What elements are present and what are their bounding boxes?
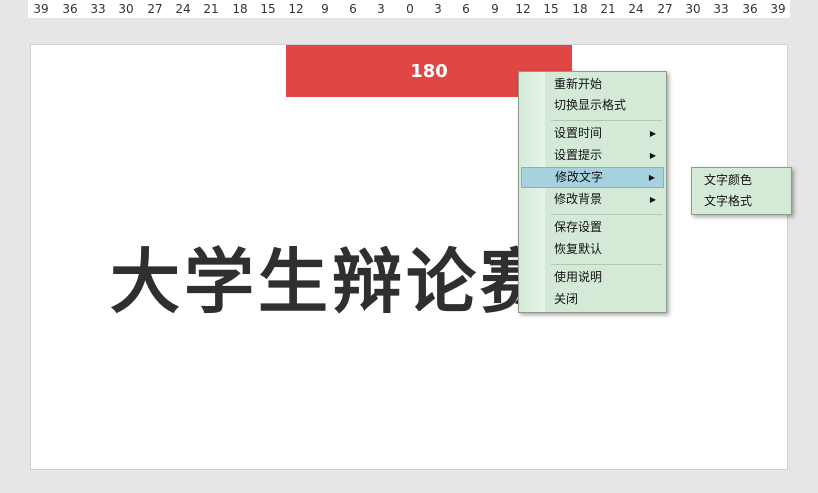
ruler-tick: 12 — [515, 2, 531, 16]
menu-item-label: 设置时间 — [554, 126, 603, 140]
menu-item-instructions[interactable]: 使用说明 — [521, 267, 664, 288]
timer-value: 180 — [410, 60, 448, 82]
menu-separator — [551, 214, 662, 215]
submenu-arrow-icon: ▶ — [648, 173, 655, 182]
ruler-tick: 6 — [462, 2, 470, 16]
ruler-tick: 24 — [628, 2, 644, 16]
menu-item-label: 设置提示 — [554, 148, 603, 162]
ruler-tick: 39 — [770, 2, 786, 16]
menu-item-set-hint[interactable]: 设置提示 ▶ — [521, 145, 664, 166]
menu-item-label: 关闭 — [554, 292, 579, 306]
ruler-tick: 36 — [742, 2, 758, 16]
menu-item-edit-background[interactable]: 修改背景 ▶ — [521, 189, 664, 210]
menu-item-toggle-format[interactable]: 切换显示格式 — [521, 95, 664, 116]
ruler-tick: 3 — [377, 2, 385, 16]
submenu-arrow-icon: ▶ — [649, 129, 656, 138]
ruler-tick: 21 — [600, 2, 616, 16]
ruler-tick: 15 — [543, 2, 559, 16]
ruler-tick: 36 — [62, 2, 78, 16]
menu-item-close[interactable]: 关闭 — [521, 289, 664, 310]
menu-item-label: 修改文字 — [555, 170, 604, 184]
submenu-arrow-icon: ▶ — [649, 195, 656, 204]
menu-item-restart[interactable]: 重新开始 — [521, 74, 664, 95]
menu-item-set-time[interactable]: 设置时间 ▶ — [521, 123, 664, 144]
menu-item-label: 切换显示格式 — [554, 98, 627, 112]
submenu-arrow-icon: ▶ — [649, 151, 656, 160]
ruler-tick: 30 — [685, 2, 701, 16]
ruler-tick: 18 — [232, 2, 248, 16]
ruler-tick: 18 — [572, 2, 588, 16]
submenu-item-label: 文字颜色 — [704, 173, 753, 187]
menu-item-edit-text[interactable]: 修改文字 ▶ — [521, 167, 664, 188]
menu-separator — [551, 264, 662, 265]
menu-item-label: 恢复默认 — [554, 242, 603, 256]
ruler-tick: 15 — [260, 2, 276, 16]
ruler-tick: 3 — [434, 2, 442, 16]
menu-item-label: 保存设置 — [554, 220, 603, 234]
ruler: 39 36 33 30 27 24 21 18 15 12 9 6 3 0 3 … — [28, 0, 790, 18]
ruler-tick: 24 — [175, 2, 191, 16]
menu-item-label: 修改背景 — [554, 192, 603, 206]
ruler-tick: 9 — [321, 2, 329, 16]
ruler-tick: 6 — [349, 2, 357, 16]
menu-separator — [551, 120, 662, 121]
submenu-item-text-color[interactable]: 文字颜色 — [694, 170, 789, 191]
ruler-tick: 27 — [147, 2, 163, 16]
ruler-tick: 9 — [491, 2, 499, 16]
ruler-tick: 0 — [406, 2, 414, 16]
context-menu: 重新开始 切换显示格式 设置时间 ▶ 设置提示 ▶ 修改文字 ▶ 修改背景 ▶ 保存设置… — [518, 71, 667, 313]
ruler-tick: 30 — [118, 2, 134, 16]
ruler-tick: 12 — [288, 2, 304, 16]
submenu-item-label: 文字格式 — [704, 194, 753, 208]
ruler-tick: 33 — [90, 2, 106, 16]
ruler-tick: 33 — [713, 2, 729, 16]
ruler-tick: 27 — [657, 2, 673, 16]
page-title: 大学生辩论赛 — [110, 240, 554, 323]
menu-item-label: 使用说明 — [554, 270, 603, 284]
ruler-tick: 39 — [33, 2, 49, 16]
ruler-tick: 21 — [203, 2, 219, 16]
submenu-item-text-format[interactable]: 文字格式 — [694, 191, 789, 212]
menu-item-label: 重新开始 — [554, 77, 603, 91]
text-submenu: 文字颜色 文字格式 — [691, 167, 792, 215]
menu-item-restore-defaults[interactable]: 恢复默认 — [521, 239, 664, 260]
menu-item-save-settings[interactable]: 保存设置 — [521, 217, 664, 238]
